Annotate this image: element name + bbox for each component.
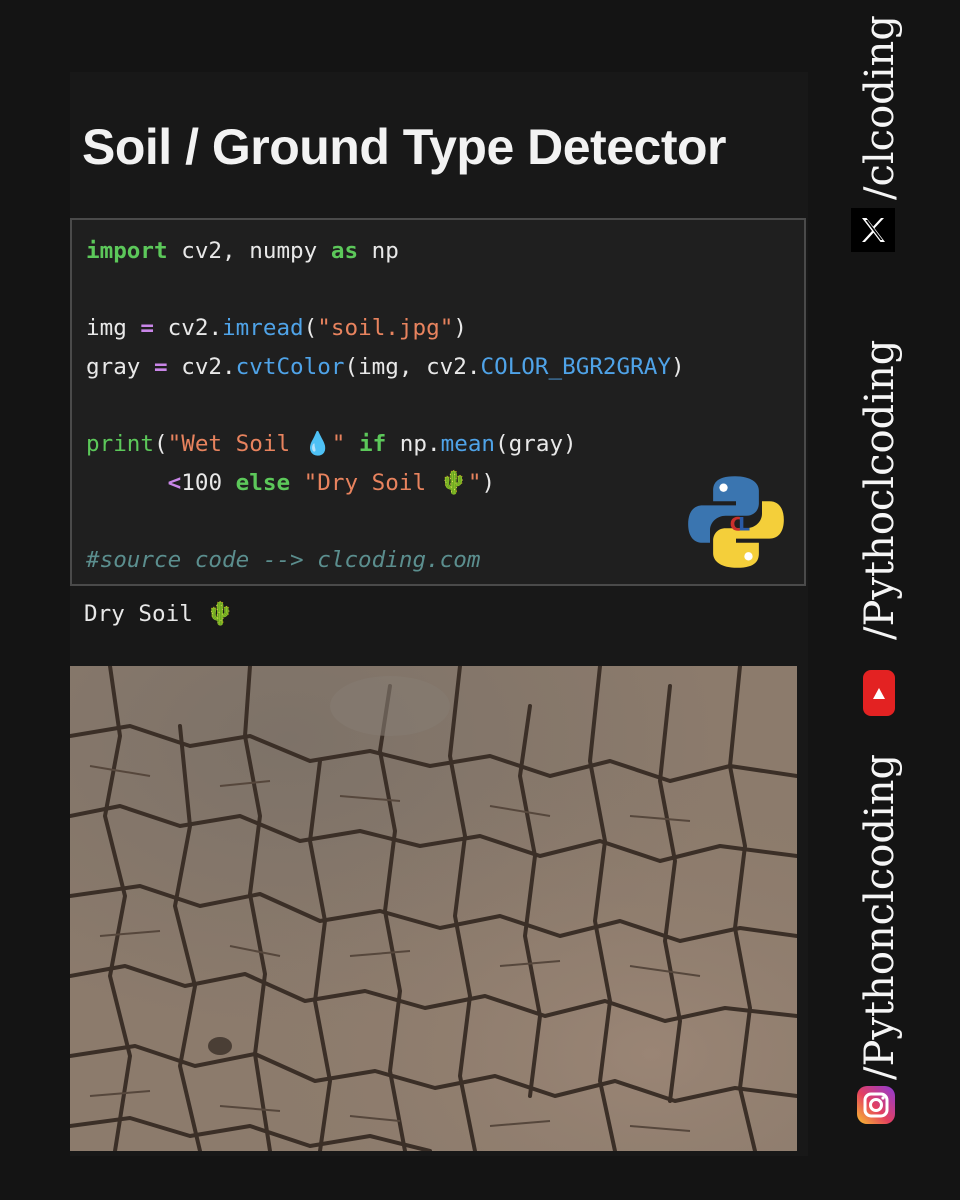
- filename-string: "soil.jpg": [317, 315, 454, 342]
- code-line-1: import cv2, numpy as np: [86, 238, 399, 264]
- code-panel: import cv2, numpy as np img = cv2.imread…: [70, 218, 806, 586]
- args: (img, cv2.: [344, 353, 481, 380]
- imread-fn: imread: [222, 315, 304, 342]
- code-line-4: gray = cv2.cvtColor(img, cv2.COLOR_BGR2G…: [86, 354, 685, 380]
- code-line-6: print("Wet Soil 💧" if np.mean(gray): [86, 431, 577, 457]
- program-output: Dry Soil 🌵: [84, 601, 235, 627]
- code-line-7: <100 else "Dry Soil 🌵"): [86, 470, 495, 496]
- as-keyword: as: [330, 238, 359, 264]
- instagram-icon: [857, 1086, 895, 1124]
- np-ref: np.: [386, 430, 441, 457]
- module-ref: cv2.: [167, 353, 236, 380]
- instagram-handle: /Pythonclcoding: [857, 753, 903, 1080]
- paren: (: [303, 315, 318, 342]
- youtube-handle: /Pythoclcoding: [857, 339, 903, 640]
- paren: ): [481, 469, 496, 496]
- cracked-soil-image: [70, 666, 797, 1151]
- python-logo-icon: C L: [688, 476, 784, 568]
- svg-text:L: L: [738, 514, 750, 535]
- assign-op: =: [154, 353, 168, 380]
- module-ref: cv2.: [154, 315, 223, 342]
- args: (gray): [495, 430, 577, 457]
- cvtcolor-fn: cvtColor: [235, 353, 345, 380]
- if-keyword: if: [345, 430, 387, 457]
- import-keyword: import: [86, 238, 168, 264]
- else-keyword: else: [222, 469, 291, 496]
- code-block: import cv2, numpy as np img = cv2.imread…: [86, 232, 685, 579]
- print-fn: print: [86, 430, 155, 457]
- paren: (: [154, 430, 168, 457]
- var-gray: gray: [86, 353, 155, 380]
- dry-soil-photo: [70, 666, 797, 1151]
- module-names: cv2, numpy: [167, 238, 331, 264]
- youtube-icon: [863, 670, 895, 716]
- paren: ): [670, 353, 685, 380]
- color-constant: COLOR_BGR2GRAY: [480, 353, 671, 380]
- alias-name: np: [358, 238, 399, 264]
- wet-soil-string: "Wet Soil 💧": [167, 430, 346, 457]
- code-comment: #source code --> clcoding.com: [86, 546, 481, 573]
- lt-op: <: [167, 469, 182, 496]
- paren: ): [453, 315, 467, 342]
- dry-soil-string: "Dry Soil 🌵": [290, 469, 482, 496]
- x-handle: /clcoding: [857, 15, 903, 200]
- x-logo-icon: [851, 208, 895, 252]
- assign-op: =: [140, 315, 155, 342]
- mean-fn: mean: [440, 430, 496, 457]
- threshold-number: 100: [181, 469, 223, 496]
- page-title: Soil / Ground Type Detector: [82, 119, 726, 175]
- var-img: img: [86, 315, 141, 342]
- code-line-3: img = cv2.imread("soil.jpg"): [86, 315, 467, 341]
